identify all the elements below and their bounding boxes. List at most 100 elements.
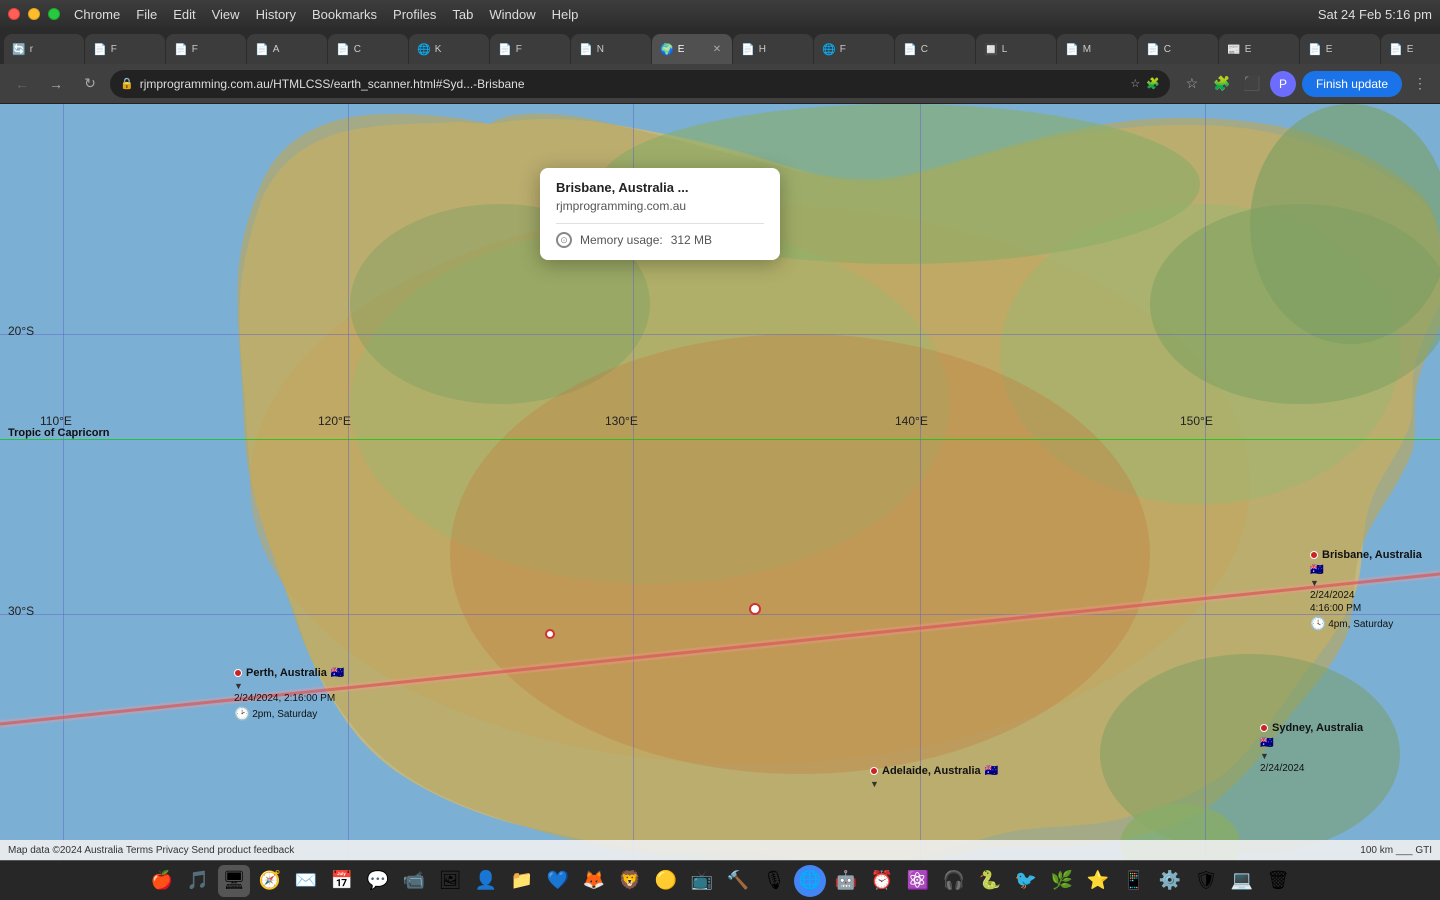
menu-edit[interactable]: Edit — [173, 7, 195, 22]
tab-15[interactable]: 📄C — [1138, 34, 1218, 64]
dock-safari[interactable]: 🧭 — [254, 865, 286, 897]
menu-chrome[interactable]: Chrome — [74, 7, 120, 22]
perth-arrow: ▼ — [234, 681, 243, 691]
menu-view[interactable]: View — [212, 7, 240, 22]
back-button[interactable]: ← — [8, 70, 36, 98]
perth-dot — [234, 669, 242, 677]
tab-14[interactable]: 📄M — [1057, 34, 1137, 64]
dock-facetime[interactable]: 📹 — [398, 865, 430, 897]
reload-button[interactable]: ↻ — [76, 70, 104, 98]
dock-python[interactable]: 🐍 — [974, 865, 1006, 897]
sydney-dot — [1260, 724, 1268, 732]
tab-5[interactable]: 📄C — [328, 34, 408, 64]
menu-history[interactable]: History — [256, 7, 296, 22]
tab-13[interactable]: 🔲L — [976, 34, 1056, 64]
tab-1[interactable]: 🔄r — [4, 34, 84, 64]
dock-trash[interactable]: 🗑 — [1262, 865, 1294, 897]
tab-16[interactable]: 📰E — [1219, 34, 1299, 64]
bookmark-star-icon[interactable]: ☆ — [1180, 72, 1204, 96]
tab-17[interactable]: 📄E — [1300, 34, 1380, 64]
tab-9-active[interactable]: 🌍 E ✕ — [652, 34, 732, 64]
dock-finder[interactable]: 🍎 — [146, 865, 178, 897]
tab-12[interactable]: 📄C — [895, 34, 975, 64]
dock-keka[interactable]: ⭐ — [1082, 865, 1114, 897]
dock-music[interactable]: 🎵 — [182, 865, 214, 897]
tab-7[interactable]: 📄F — [490, 34, 570, 64]
dock-contacts[interactable]: 👤 — [470, 865, 502, 897]
dock-xcode[interactable]: 🔨 — [722, 865, 754, 897]
dock-twitter[interactable]: 🐦 — [1010, 865, 1042, 897]
dock-podcast[interactable]: 🎙 — [758, 865, 790, 897]
map-container: 20°S 30°S 110°E 120°E 130°E 140°E 150°E … — [0, 104, 1440, 860]
perth-tz: 🕑 2pm, Saturday — [234, 706, 317, 722]
dock-settings[interactable]: ⚙️ — [1154, 865, 1186, 897]
grid-line-120e — [348, 104, 349, 860]
bookmark-icon[interactable]: ☆ — [1130, 77, 1140, 90]
tab-18[interactable]: 📄E — [1381, 34, 1440, 64]
menu-help[interactable]: Help — [552, 7, 579, 22]
tab-close-icon[interactable]: ✕ — [710, 42, 724, 56]
label-130e: 130°E — [605, 414, 638, 428]
adelaide-name: Adelaide, Australia — [882, 765, 981, 777]
tab-2[interactable]: 📄F — [85, 34, 165, 64]
map-status-left: Map data ©2024 Australia Terms Privacy S… — [8, 845, 294, 856]
dock-firefox[interactable]: 🦊 — [578, 865, 610, 897]
brisbane-tz-text: 4pm, Saturday — [1328, 619, 1393, 630]
menu-window[interactable]: Window — [489, 7, 535, 22]
menu-tab[interactable]: Tab — [452, 7, 473, 22]
dock-mail[interactable]: ✉️ — [290, 865, 322, 897]
grid-line-30s — [0, 614, 1440, 615]
sydney-arrow: ▼ — [1260, 751, 1269, 761]
profile-avatar[interactable]: P — [1270, 71, 1296, 97]
dock-calendar[interactable]: 📅 — [326, 865, 358, 897]
tab-6[interactable]: 🌐K — [409, 34, 489, 64]
dock-android[interactable]: 🤖 — [830, 865, 862, 897]
map-status-right: 100 km ___ GTI — [1360, 845, 1432, 856]
tab-4[interactable]: 📄A — [247, 34, 327, 64]
perth-name: Perth, Australia — [246, 667, 327, 679]
menu-bookmarks[interactable]: Bookmarks — [312, 7, 377, 22]
dock-copilot[interactable]: 🌿 — [1046, 865, 1078, 897]
split-view-icon[interactable]: ⬛ — [1240, 72, 1264, 96]
close-button[interactable] — [8, 8, 20, 20]
dock-brave[interactable]: 🦁 — [614, 865, 646, 897]
forward-button[interactable]: → — [42, 70, 70, 98]
dock: 🍎 🎵 🖥 🧭 ✉️ 📅 💬 📹 🖼 👤 📁 💙 🦊 🦁 🟡 📺 🔨 🎙 🌐 🤖… — [0, 860, 1440, 900]
grid-line-tropic — [0, 439, 1440, 440]
dock-filezilla[interactable]: 📁 — [506, 865, 538, 897]
tab-tooltip: Brisbane, Australia ... rjmprogramming.c… — [540, 168, 780, 260]
dock-messages[interactable]: 💬 — [362, 865, 394, 897]
grid-line-110e — [63, 104, 64, 860]
dock-photos[interactable]: 🖼 — [434, 865, 466, 897]
minimize-button[interactable] — [28, 8, 40, 20]
tab-3[interactable]: 📄F — [166, 34, 246, 64]
menu-file[interactable]: File — [136, 7, 157, 22]
dock-btc[interactable]: 🟡 — [650, 865, 682, 897]
dock-chrome[interactable]: 🌐 — [794, 865, 826, 897]
dock-atom[interactable]: ⚛️ — [902, 865, 934, 897]
finish-update-button[interactable]: Finish update — [1302, 71, 1402, 97]
dock-display[interactable]: 🖥 — [218, 865, 250, 897]
tab-11[interactable]: 🌐F — [814, 34, 894, 64]
maximize-button[interactable] — [48, 8, 60, 20]
dock-clock[interactable]: ⏰ — [866, 865, 898, 897]
tooltip-divider — [556, 223, 764, 224]
dock-appletv[interactable]: 📺 — [686, 865, 718, 897]
tab-8[interactable]: 📄N — [571, 34, 651, 64]
extensions-icon[interactable]: 🧩 — [1146, 77, 1160, 90]
chrome-menu-icon[interactable]: ⋮ — [1408, 72, 1432, 96]
dock-terminal[interactable]: 💻 — [1226, 865, 1258, 897]
memory-label: Memory usage: — [580, 233, 663, 247]
dock-zoom[interactable]: 💙 — [542, 865, 574, 897]
tab-bar: 🔄r 📄F 📄F 📄A 📄C 🌐K 📄F 📄N 🌍 E ✕ 📄H 🌐F 📄C 🔲… — [0, 28, 1440, 64]
tab-10[interactable]: 📄H — [733, 34, 813, 64]
dock-spotify[interactable]: 🎧 — [938, 865, 970, 897]
brisbane-date: 2/24/2024 — [1310, 590, 1355, 601]
extensions-panel-icon[interactable]: 🧩 — [1210, 72, 1234, 96]
address-bar[interactable]: 🔒 rjmprogramming.com.au/HTMLCSS/earth_sc… — [110, 70, 1170, 98]
menu-profiles[interactable]: Profiles — [393, 7, 436, 22]
memory-value: 312 MB — [671, 233, 712, 247]
dock-avast[interactable]: 🛡 — [1190, 865, 1222, 897]
dock-android2[interactable]: 📱 — [1118, 865, 1150, 897]
brisbane-tz: 🕓 4pm, Saturday — [1310, 616, 1393, 632]
